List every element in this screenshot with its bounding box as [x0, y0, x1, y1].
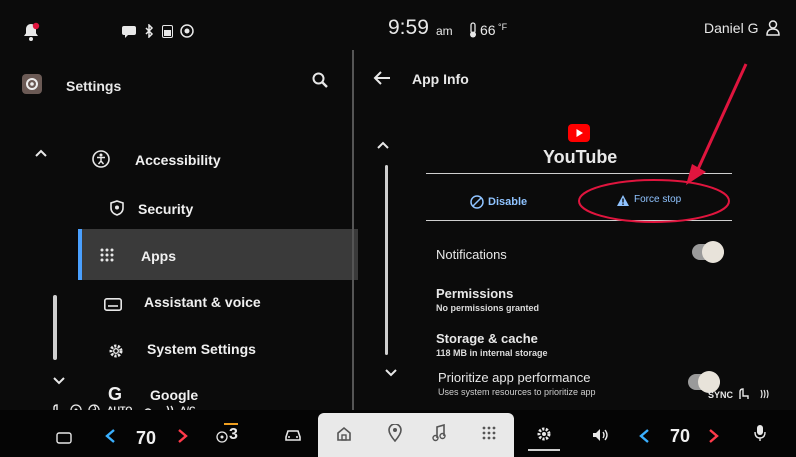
connected-icon	[180, 24, 194, 38]
right-temperature: 70	[670, 426, 691, 446]
microphone-icon[interactable]	[754, 424, 766, 442]
disable-button[interactable]: Disable	[470, 190, 560, 214]
sidebar-item-label: System Settings	[147, 341, 256, 357]
search-icon[interactable]	[312, 72, 328, 88]
settings-scrollbar[interactable]	[53, 295, 57, 360]
storage-cache-row[interactable]: Storage & cache 118 MB in internal stora…	[426, 327, 736, 363]
youtube-app-icon	[568, 124, 590, 142]
prioritize-subtitle: Uses system resources to prioritize app	[438, 387, 596, 397]
permissions-row[interactable]: Permissions No permissions granted	[426, 282, 736, 318]
outside-temperature: 66	[480, 22, 496, 38]
storage-subtitle: 118 MB in internal storage	[436, 348, 548, 358]
vent-seat-right-icon[interactable]	[758, 388, 770, 400]
sync-controls: SYNC	[708, 386, 788, 402]
car-icon[interactable]	[284, 428, 302, 442]
scroll-down-chevron-icon[interactable]	[52, 376, 66, 386]
shield-icon	[110, 200, 124, 216]
scroll-down-chevron-icon[interactable]	[384, 368, 398, 378]
left-temperature: 70	[136, 428, 157, 448]
message-icon	[122, 26, 136, 38]
thermometer-icon	[468, 22, 478, 38]
settings-app-icon	[22, 74, 42, 94]
fan-speed-indicator	[224, 423, 238, 425]
active-tab-indicator	[528, 449, 560, 451]
prioritize-performance-row[interactable]: Prioritize app performance Uses system r…	[426, 366, 736, 404]
clock-time: 9:59	[388, 16, 429, 39]
fan-speed-icon	[216, 431, 228, 443]
storage-label: Storage & cache	[436, 331, 538, 346]
phone-battery-icon	[162, 25, 173, 38]
scroll-up-chevron-icon[interactable]	[34, 148, 48, 158]
app-info-title: App Info	[412, 71, 469, 87]
clock-ampm: am	[436, 24, 453, 38]
rear-defrost-icon[interactable]	[56, 432, 72, 444]
user-name[interactable]: Daniel G	[704, 20, 758, 36]
apps-grid-icon	[100, 248, 114, 262]
permissions-subtitle: No permissions granted	[436, 303, 540, 313]
sidebar-item-label: Accessibility	[135, 152, 221, 168]
annotation-arrow	[680, 60, 750, 190]
sidebar-item-label: Assistant & voice	[144, 294, 261, 310]
bluetooth-icon	[144, 24, 154, 38]
right-temp-down-icon[interactable]	[638, 428, 650, 444]
sidebar-item-security[interactable]: Security	[78, 188, 348, 228]
notification-bell-icon[interactable]	[22, 22, 40, 42]
sidebar-item-accessibility[interactable]: Accessibility	[78, 140, 348, 180]
settings-title: Settings	[66, 78, 122, 94]
keyboard-icon	[104, 298, 122, 311]
accessibility-icon	[92, 150, 110, 168]
right-temp-up-icon[interactable]	[708, 428, 720, 444]
home-icon[interactable]	[336, 426, 352, 442]
sidebar-item-label: Google	[150, 387, 199, 403]
panel-divider	[352, 50, 354, 410]
volume-icon[interactable]	[592, 428, 610, 442]
settings-gear-icon[interactable]	[536, 426, 552, 442]
left-temp-up-icon[interactable]	[177, 428, 189, 444]
permissions-label: Permissions	[436, 286, 514, 301]
notifications-row[interactable]: Notifications	[426, 236, 736, 272]
car-screen: 9:59 am 66 °F Daniel G Settings Accessib…	[0, 0, 796, 457]
notifications-toggle[interactable]	[692, 241, 724, 263]
heated-seat-right-icon[interactable]	[738, 388, 750, 400]
sync-label[interactable]: SYNC	[708, 390, 733, 400]
map-pin-icon[interactable]	[388, 424, 402, 442]
gear-icon	[108, 343, 124, 359]
sidebar-item-assistant-voice[interactable]: Assistant & voice	[78, 286, 348, 326]
scroll-up-chevron-icon[interactable]	[376, 140, 390, 150]
sidebar-item-label: Security	[138, 201, 194, 217]
sidebar-item-apps[interactable]: Apps	[82, 232, 352, 277]
notifications-label: Notifications	[436, 247, 507, 262]
outside-temperature-unit: °F	[498, 22, 508, 32]
block-icon	[470, 195, 484, 209]
status-bar: 9:59 am 66 °F Daniel G	[0, 0, 796, 48]
fan-speed-value: 3	[229, 426, 238, 443]
music-icon[interactable]	[432, 424, 446, 442]
disable-label: Disable	[488, 196, 528, 208]
app-info-scrollbar[interactable]	[385, 165, 388, 355]
prioritize-label: Prioritize app performance	[438, 370, 591, 385]
user-profile-icon[interactable]	[766, 20, 780, 36]
sidebar-item-label: Apps	[141, 248, 176, 264]
back-arrow-icon[interactable]	[373, 70, 391, 86]
left-temp-down-icon[interactable]	[104, 428, 116, 444]
sidebar-item-system-settings[interactable]: System Settings	[78, 334, 348, 374]
app-grid-icon[interactable]	[482, 426, 496, 440]
